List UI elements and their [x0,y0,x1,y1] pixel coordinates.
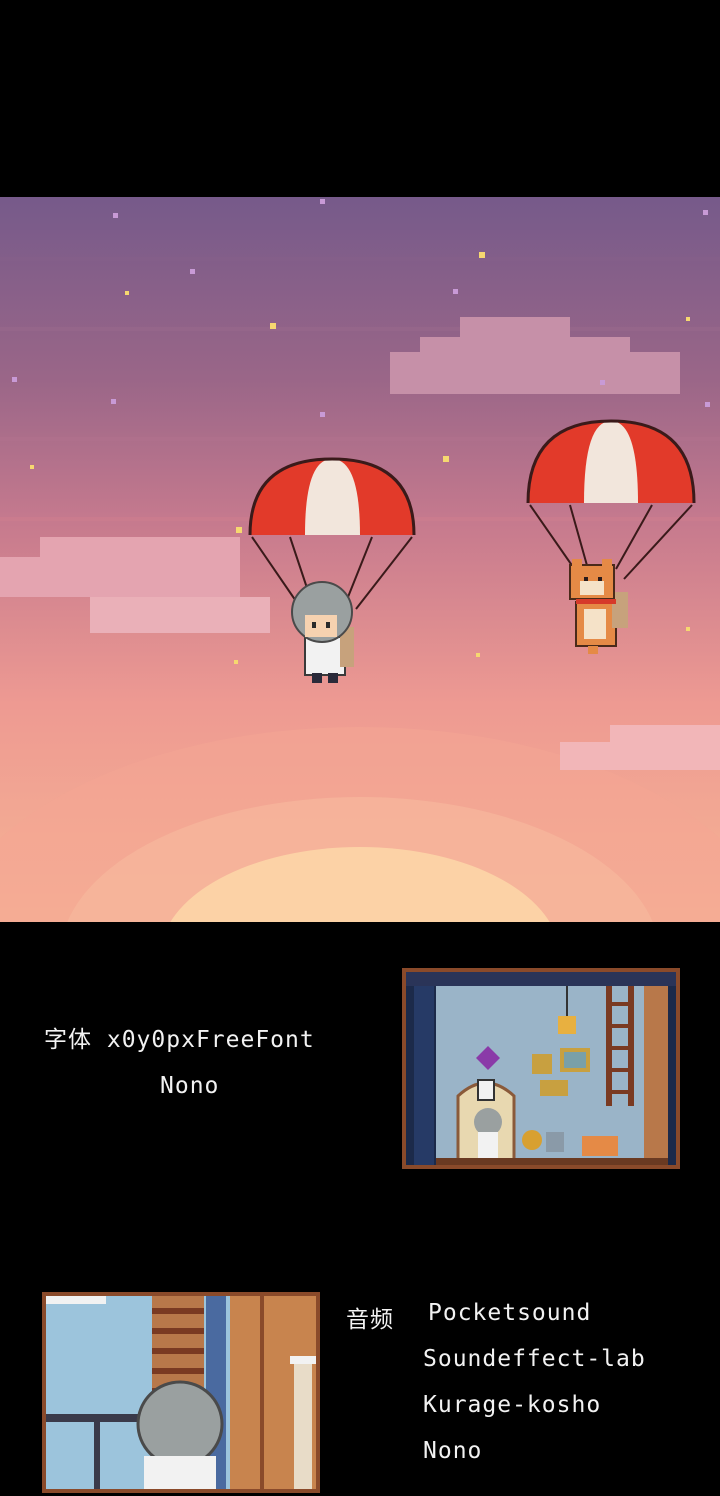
audio-credit-4: Nono [423,1438,483,1464]
audio-label: 音频 [346,1307,394,1333]
window-scene-thumbnail [42,1292,320,1493]
font-credit-line: 字体 x0y0pxFreeFont [44,1020,315,1054]
sky-illustration [0,197,720,922]
audio-credit-3: Kurage-kosho [423,1392,602,1418]
font-label: 字体 [44,1027,92,1053]
font-author: Nono [160,1073,220,1099]
sky-scene [0,197,720,922]
window-illustration [46,1296,316,1489]
room-illustration [406,972,676,1165]
audio-credit-1: Pocketsound [428,1300,592,1326]
room-scene-thumbnail [402,968,680,1169]
top-letterbox [0,0,720,197]
audio-credit-2: Soundeffect-lab [423,1346,646,1372]
font-name: x0y0pxFreeFont [106,1027,315,1053]
